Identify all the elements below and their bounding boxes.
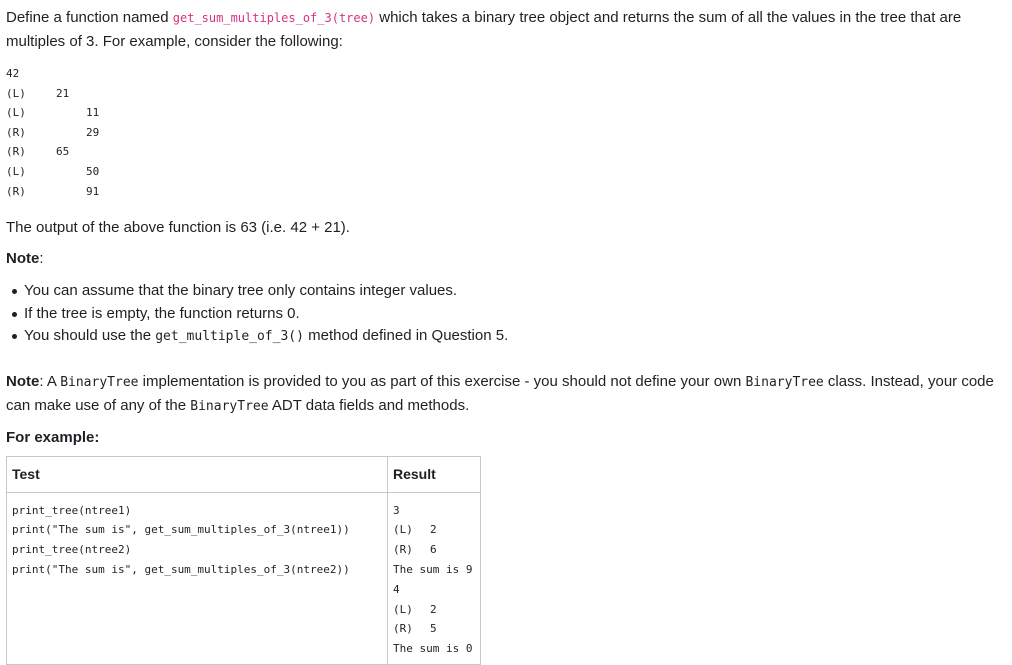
code-line: print("The sum is", get_sum_multiples_of… xyxy=(12,563,350,577)
result-text: (L) xyxy=(393,523,413,537)
tree-cell xyxy=(86,64,126,84)
bullet-item: You can assume that the binary tree only… xyxy=(12,280,1006,303)
class-name: BinaryTree xyxy=(745,374,824,390)
implementation-note: Note: A BinaryTree implementation is pro… xyxy=(6,370,1006,418)
note-heading: Note: xyxy=(6,247,1006,270)
tree-cell xyxy=(86,142,126,162)
class-name: BinaryTree xyxy=(190,398,269,414)
result-text: The sum is 0 xyxy=(393,642,473,656)
code-line: print("The sum is", get_sum_multiples_of… xyxy=(12,523,350,537)
tree-cell: 11 xyxy=(86,106,100,120)
tree-cell: 65 xyxy=(56,145,70,159)
result-output-cell: 3 (L) 2 (R) 6 The sum is 9 4 (L) 2 (R) 5 The… xyxy=(387,491,481,665)
example-table: Test Result print_tree(ntree1) print("Th… xyxy=(6,455,481,665)
result-value: 2 xyxy=(430,523,437,537)
result-line: 4 xyxy=(393,580,475,600)
result-text: The sum is 9 xyxy=(393,563,473,577)
function-signature: get_sum_multiples_of_3(tree) xyxy=(172,11,376,25)
tree-row: (L) 21 xyxy=(6,84,1006,104)
bullet-text: You should use the xyxy=(24,327,156,345)
code-line: print_tree(ntree2) xyxy=(12,543,132,557)
result-line: (L) 2 xyxy=(393,600,475,620)
bullet-text-rest: method defined in Question 5. xyxy=(303,327,509,345)
intro-text: Define a function named xyxy=(6,9,173,26)
tree-cell xyxy=(86,84,126,104)
tree-cell xyxy=(56,103,86,123)
test-column-header: Test xyxy=(6,455,388,493)
result-line: (R) 6 xyxy=(393,540,475,560)
tree-cell: (R) xyxy=(6,145,26,159)
note-colon: : xyxy=(39,250,44,268)
note-bullet-list: You can assume that the binary tree only… xyxy=(6,280,1006,349)
note-label: Note xyxy=(6,250,40,268)
tree-cell: (L) xyxy=(6,106,26,120)
result-text: 3 xyxy=(393,503,400,517)
tree-cell: 91 xyxy=(86,184,100,198)
bullet-item: You should use the get_multiple_of_3() m… xyxy=(12,325,1006,349)
output-statement: The output of the above function is 63 (… xyxy=(6,219,350,237)
result-value: 2 xyxy=(430,602,437,616)
example-tree: 42 (L) 21 (L) 11 (R) 29 (R) 65 (L) 50 (R) 91 xyxy=(6,64,1006,201)
result-text: 4 xyxy=(393,582,400,596)
tree-row: (R) 91 xyxy=(6,182,1006,202)
result-line: The sum is 0 xyxy=(393,639,475,659)
result-text: (R) xyxy=(393,543,413,557)
test-code-cell: print_tree(ntree1) print("The sum is", g… xyxy=(6,491,388,665)
table-row: print_tree(ntree1) print("The sum is", g… xyxy=(6,491,481,665)
tree-cell: 29 xyxy=(86,125,100,139)
tree-cell: 21 xyxy=(56,86,70,100)
tree-cell: (L) xyxy=(6,164,26,178)
tree-row: (L) 50 xyxy=(6,162,1006,182)
result-line: (L) 2 xyxy=(393,520,475,540)
result-line: (R) 5 xyxy=(393,619,475,639)
result-line: 3 xyxy=(393,501,475,521)
method-name: get_multiple_of_3() xyxy=(155,329,304,345)
tree-cell xyxy=(56,64,86,84)
tree-row: (L) 11 xyxy=(6,103,1006,123)
result-text: (R) xyxy=(393,622,413,636)
note-label: Note xyxy=(6,372,40,390)
note-text: ADT data fields and methods. xyxy=(268,396,470,414)
result-line: The sum is 9 xyxy=(393,560,475,580)
tree-cell: 42 xyxy=(6,67,20,80)
tree-row: (R) 65 xyxy=(6,142,1006,162)
tree-cell: 50 xyxy=(86,164,100,178)
tree-cell xyxy=(56,123,86,143)
question-content: Define a function named get_sum_multiple… xyxy=(0,0,1012,665)
tree-cell xyxy=(56,182,86,202)
tree-row: 42 xyxy=(6,64,1006,84)
class-name: BinaryTree xyxy=(60,374,139,390)
for-example-heading: For example: xyxy=(6,428,100,446)
code-line: print_tree(ntree1) xyxy=(12,503,132,517)
tree-cell: (R) xyxy=(6,184,26,198)
result-column-header: Result xyxy=(387,455,481,493)
tree-cell: (R) xyxy=(6,125,26,139)
result-text: (L) xyxy=(393,602,413,616)
result-value: 6 xyxy=(430,543,437,557)
bullet-item: If the tree is empty, the function retur… xyxy=(12,303,1006,326)
note-text: implementation is provided to you as par… xyxy=(138,372,746,390)
result-value: 5 xyxy=(430,622,437,636)
tree-cell xyxy=(56,162,86,182)
tree-cell: (L) xyxy=(6,86,26,100)
intro-paragraph: Define a function named get_sum_multiple… xyxy=(6,6,1006,53)
table-header-row: Test Result xyxy=(6,455,481,493)
note-text: : A xyxy=(39,372,61,390)
tree-row: (R) 29 xyxy=(6,123,1006,143)
